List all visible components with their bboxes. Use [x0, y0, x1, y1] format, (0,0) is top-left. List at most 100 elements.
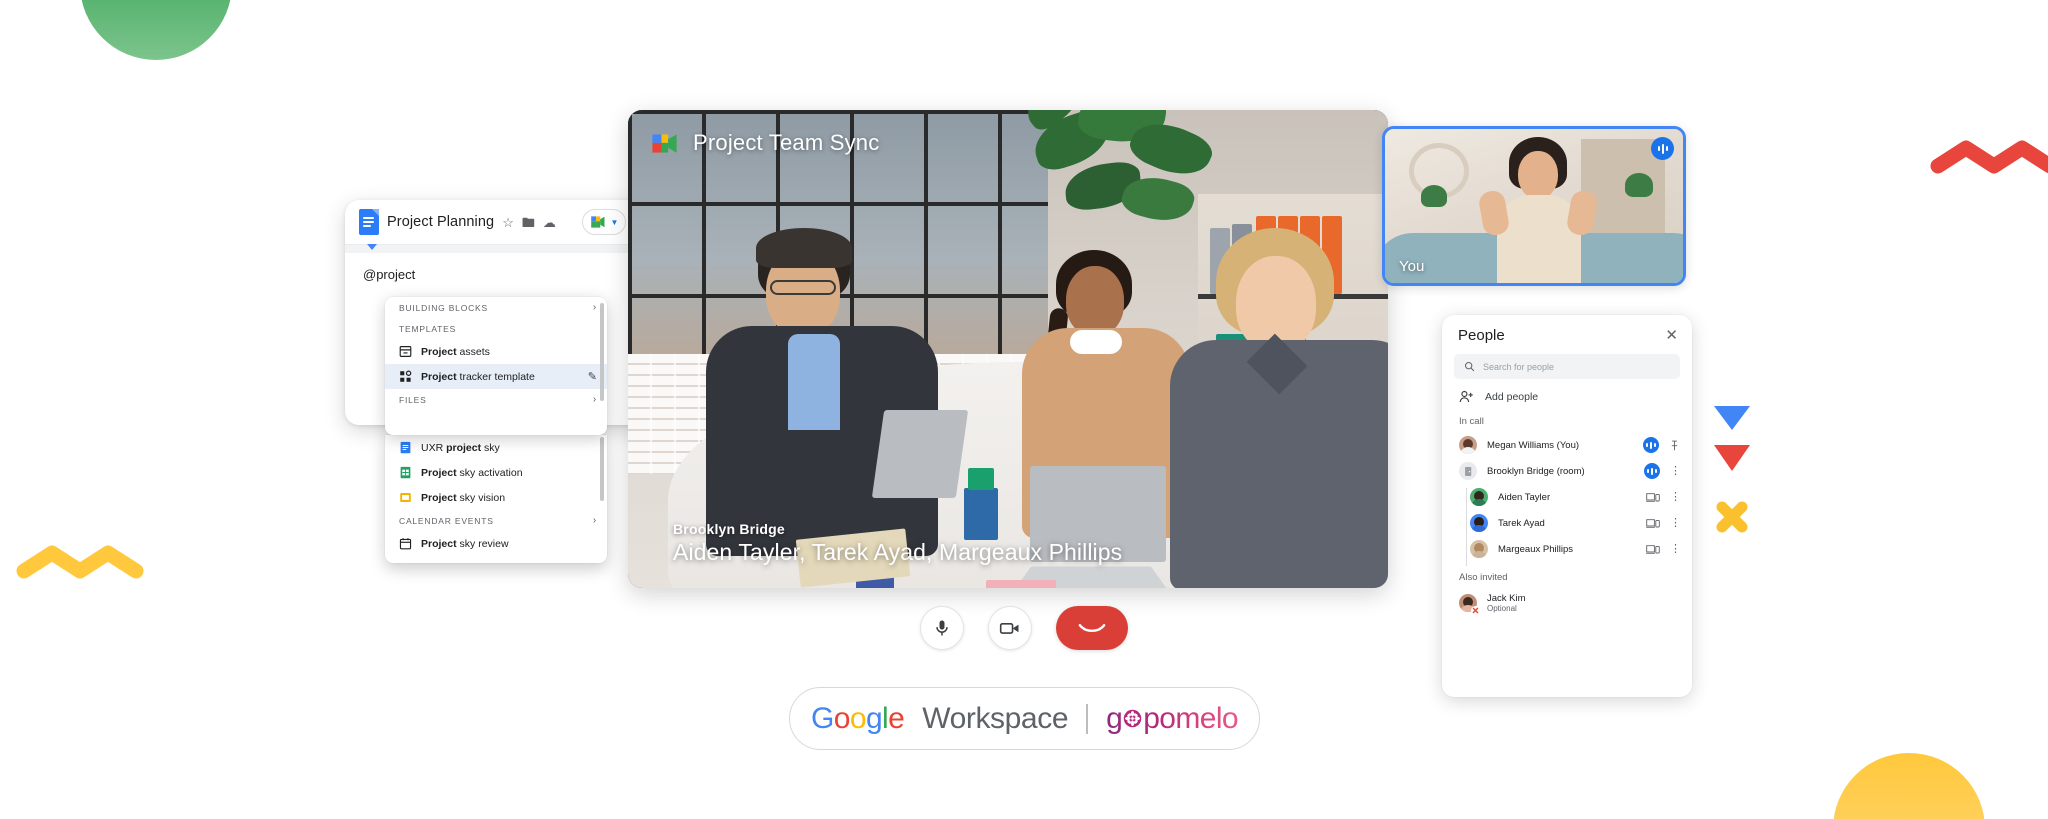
item-rest: sky vision	[456, 491, 506, 504]
self-view-tile[interactable]: You	[1382, 126, 1686, 286]
menu-item-project-sky-vision[interactable]: Project sky vision	[385, 485, 607, 510]
section-label: CALENDAR EVENTS	[399, 515, 494, 526]
docs-document-title[interactable]: Project Planning	[387, 214, 494, 230]
section-label: TEMPLATES	[399, 323, 457, 334]
mic-on-icon[interactable]	[1643, 437, 1659, 453]
item-rest: sky review	[456, 537, 509, 550]
item-rest: assets	[456, 345, 490, 358]
google-meet-icon	[652, 133, 677, 153]
blue-triangle-decoration	[1714, 406, 1750, 430]
pencil-icon[interactable]: ✎	[588, 370, 597, 383]
menu-scrollbar[interactable]	[600, 303, 604, 401]
self-face	[1518, 151, 1558, 199]
participant-left	[706, 228, 938, 556]
item-bold: Project	[421, 466, 457, 479]
people-panel-header: People ✕	[1442, 327, 1692, 354]
end-call-button[interactable]	[1056, 606, 1128, 650]
meet-button[interactable]: ▼	[581, 209, 627, 235]
plant-decor-self	[1625, 173, 1653, 197]
microphone-icon	[936, 620, 948, 636]
person-row-aiden-tayler[interactable]: Aiden Tayler ⋮	[1442, 484, 1692, 510]
plant-decor-self-2	[1421, 185, 1447, 207]
audio-activity-icon	[1651, 137, 1674, 160]
pomelo-flower-icon	[1123, 709, 1142, 728]
item-bold: Project	[421, 370, 457, 383]
menu-item-project-tracker-template[interactable]: Project tracker template ✎	[385, 364, 607, 389]
folder-icon[interactable]: 🖿	[522, 216, 535, 229]
device-icon[interactable]	[1646, 492, 1660, 503]
archive-icon	[399, 346, 412, 357]
item-pre: UXR	[421, 441, 447, 454]
green-dome-decoration	[80, 0, 232, 60]
more-icon[interactable]: ⋮	[1670, 465, 1681, 477]
camera-button[interactable]	[988, 606, 1032, 650]
smart-chip-menu[interactable]: BUILDING BLOCKS › TEMPLATES Project asse…	[385, 297, 607, 435]
participant-right	[1158, 228, 1388, 588]
poster-canvas: Project Planning ☆ 🖿 ☁ ▼ @project BUILDI…	[0, 0, 2048, 819]
chevron-right-icon: ›	[592, 302, 597, 313]
meeting-header: Project Team Sync	[650, 130, 879, 156]
red-triangle-decoration	[1714, 445, 1750, 471]
self-view-label: You	[1399, 258, 1425, 275]
yellow-x-decoration	[1716, 501, 1748, 533]
item-rest: sky	[481, 441, 500, 454]
close-icon[interactable]: ✕	[1665, 328, 1678, 343]
avatar	[1459, 436, 1477, 454]
menu-scrollbar-lower[interactable]	[600, 437, 604, 501]
device-icon[interactable]	[1646, 544, 1660, 555]
menu-item-project-assets[interactable]: Project assets	[385, 339, 607, 364]
chevron-right-icon: ›	[592, 394, 597, 405]
person-row-margeaux-phillips[interactable]: Margeaux Phillips ⋮	[1442, 536, 1692, 562]
more-icon[interactable]: ⋮	[1670, 543, 1681, 555]
section-label: FILES	[399, 394, 427, 405]
smart-chip-menu-lower[interactable]: UXR project sky Project sky activation P…	[385, 435, 607, 563]
search-placeholder: Search for people	[1483, 361, 1555, 372]
menu-item-project-sky-review[interactable]: Project sky review	[385, 531, 607, 556]
item-bold: Project	[421, 345, 457, 358]
declined-x-badge	[1471, 606, 1480, 615]
more-icon[interactable]: ⋮	[1670, 491, 1681, 503]
menu-item-uxr-project-sky[interactable]: UXR project sky	[385, 435, 607, 460]
item-bold: Project	[421, 537, 457, 550]
person-row-brooklyn-bridge-room[interactable]: Brooklyn Bridge (room) ⋮	[1442, 458, 1692, 484]
more-icon[interactable]: ⋮	[1670, 517, 1681, 529]
microphone-button[interactable]	[920, 606, 964, 650]
person-row-jack-kim[interactable]: Jack Kim Optional	[1442, 588, 1692, 618]
menu-item-project-sky-activation[interactable]: Project sky activation	[385, 460, 607, 485]
red-zigzag-decoration	[1930, 140, 2048, 174]
speaker-caption: Brooklyn Bridge Aiden Tayler, Tarek Ayad…	[673, 521, 1122, 566]
item-bold: project	[446, 441, 482, 454]
search-icon	[1464, 361, 1475, 372]
people-panel[interactable]: People ✕ Search for people Add people In…	[1442, 315, 1692, 697]
avatar	[1470, 540, 1488, 558]
add-people-label: Add people	[1485, 391, 1539, 403]
mic-on-icon[interactable]	[1644, 463, 1660, 479]
item-bold: Project	[421, 491, 457, 504]
add-people-button[interactable]: Add people	[1442, 379, 1692, 413]
also-invited-group-label: Also invited	[1459, 572, 1508, 583]
workspace-wordmark: Workspace	[922, 701, 1069, 735]
yellow-dome-decoration	[1833, 753, 1985, 819]
main-video-tile[interactable]: Project Team Sync Brooklyn Bridge Aiden …	[628, 110, 1388, 588]
menu-section-calendar-events[interactable]: CALENDAR EVENTS ›	[385, 510, 607, 531]
menu-section-building-blocks[interactable]: BUILDING BLOCKS ›	[385, 297, 607, 318]
search-for-people-field[interactable]: Search for people	[1454, 354, 1680, 379]
person-sub-status: Optional	[1487, 604, 1517, 613]
menu-section-files[interactable]: FILES ›	[385, 389, 607, 410]
person-row-megan-williams[interactable]: Megan Williams (You)	[1442, 432, 1692, 458]
laptop-lid	[871, 410, 969, 498]
cloud-icon[interactable]: ☁	[543, 216, 556, 229]
calendar-icon	[399, 538, 412, 550]
meeting-title: Project Team Sync	[693, 130, 880, 155]
camera-icon	[999, 622, 1019, 634]
call-controls-bar	[0, 606, 2048, 650]
person-row-tarek-ayad[interactable]: Tarek Ayad ⋮	[1442, 510, 1692, 536]
item-rest: sky activation	[456, 466, 523, 479]
star-icon[interactable]: ☆	[502, 216, 514, 229]
pin-icon[interactable]	[1669, 440, 1680, 451]
section-label: BUILDING BLOCKS	[399, 302, 488, 313]
end-call-icon	[1078, 623, 1106, 633]
in-call-group-label: In call	[1459, 416, 1484, 427]
device-icon[interactable]	[1646, 518, 1660, 529]
chevron-right-icon: ›	[592, 515, 597, 526]
